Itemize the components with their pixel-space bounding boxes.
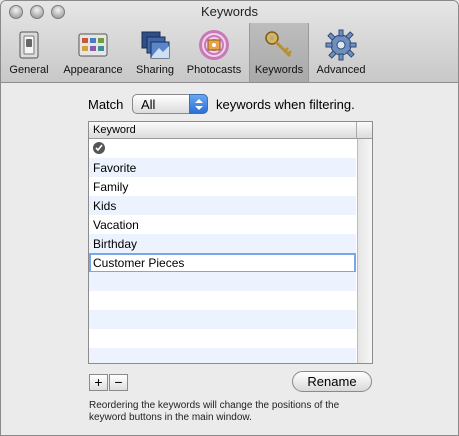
rename-button[interactable]: Rename [292, 371, 372, 392]
toolbar-label: Photocasts [186, 64, 242, 76]
table-row-empty [89, 329, 356, 348]
row-label: Birthday [93, 237, 138, 251]
match-popup-value: All [141, 97, 156, 112]
table-row[interactable] [89, 139, 356, 158]
popup-arrows-icon [189, 94, 208, 114]
title-bar: Keywords [1, 1, 458, 23]
photocasts-icon [198, 29, 230, 61]
table-rows: Favorite Family Kids Vacation Birthday C… [89, 139, 356, 363]
edit-field-text: Customer Pieces [93, 256, 185, 270]
appearance-icon [77, 29, 109, 61]
checkmark-icon [93, 142, 105, 154]
table-row[interactable]: Birthday [89, 234, 356, 253]
table-row-empty [89, 310, 356, 329]
row-label: Vacation [93, 218, 139, 232]
column-header-keyword[interactable]: Keyword [93, 124, 136, 136]
row-label: Kids [93, 199, 117, 213]
preferences-toolbar: General Appearance Sharing Photocasts Ke… [1, 23, 458, 82]
sharing-icon [139, 29, 171, 61]
table-row-empty [89, 272, 356, 291]
row-label: Favorite [93, 161, 137, 175]
table-row[interactable]: Family [89, 177, 356, 196]
toolbar-advanced[interactable]: Advanced [311, 23, 371, 82]
gear-icon [325, 29, 357, 61]
match-suffix: keywords when filtering. [216, 97, 355, 112]
toolbar-general[interactable]: General [5, 23, 53, 82]
toolbar-label: Advanced [316, 64, 366, 76]
keyword-table[interactable]: Keyword Favorite Family Kids Vacation Bi… [88, 121, 373, 364]
table-header: Keyword [89, 122, 372, 139]
header-separator [356, 122, 357, 139]
add-keyword-button[interactable]: + [89, 374, 108, 391]
toolbar-photocasts[interactable]: Photocasts [181, 23, 247, 82]
table-row[interactable]: Favorite [89, 158, 356, 177]
table-row-editing[interactable]: Customer Pieces [89, 253, 356, 273]
remove-keyword-button[interactable]: − [109, 374, 128, 391]
match-label: Match [88, 97, 124, 112]
table-row[interactable]: Vacation [89, 215, 356, 234]
match-popup[interactable]: All [132, 94, 208, 114]
key-icon [263, 29, 295, 61]
preferences-window: Keywords General Appearance Sharing Phot… [0, 0, 459, 436]
window-title: Keywords [200, 4, 259, 19]
window-chrome: Keywords General Appearance Sharing Phot… [1, 1, 458, 83]
row-label: Family [93, 180, 129, 194]
table-row-empty [89, 348, 356, 363]
toolbar-label: General [9, 64, 49, 76]
toolbar-label: Appearance [63, 64, 123, 76]
toolbar-sharing[interactable]: Sharing [131, 23, 179, 82]
keyword-edit-field[interactable]: Customer Pieces [89, 253, 356, 273]
match-row: Match All keywords when filtering. [1, 93, 458, 115]
toolbar-appearance[interactable]: Appearance [57, 23, 129, 82]
reorder-note: Reordering the keywords will change the … [89, 400, 340, 423]
table-row-empty [89, 291, 356, 310]
switch-icon [13, 29, 45, 61]
toolbar-label: Keywords [254, 64, 304, 76]
toolbar-label: Sharing [136, 64, 174, 76]
toolbar-keywords[interactable]: Keywords [249, 23, 309, 82]
vertical-scrollbar[interactable] [357, 139, 372, 363]
table-row[interactable]: Kids [89, 196, 356, 215]
